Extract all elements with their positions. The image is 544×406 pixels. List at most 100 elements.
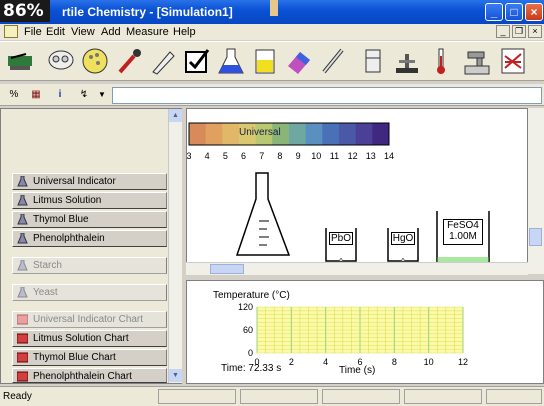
- hgo-label: HgO: [391, 232, 415, 245]
- faucet-icon[interactable]: [462, 46, 492, 76]
- dropdown-button[interactable]: ▼: [94, 87, 110, 103]
- zoom-badge: 86%: [0, 0, 50, 22]
- bottle-icon: [17, 214, 28, 225]
- bottle-icon: [17, 260, 28, 271]
- scale-swatch: [339, 123, 357, 145]
- menu-add[interactable]: Add: [101, 26, 121, 38]
- mdi-restore-button[interactable]: ❐: [512, 25, 526, 38]
- thermometer-icon[interactable]: [426, 46, 456, 76]
- thermometer-probe-icon[interactable]: [318, 46, 348, 76]
- spectroscope-icon[interactable]: [6, 46, 36, 76]
- x-tick-label: 2: [289, 357, 294, 367]
- pointer-button[interactable]: ↯: [76, 87, 92, 103]
- chart-item[interactable]: Litmus Solution Chart: [12, 330, 167, 347]
- conical-flask-icon[interactable]: [235, 171, 291, 261]
- info-button[interactable]: i: [52, 87, 68, 103]
- pizza-wheel-icon[interactable]: [80, 46, 110, 76]
- y-tick-label: 0: [248, 348, 253, 358]
- minimize-button[interactable]: _: [485, 3, 503, 21]
- indicator-item[interactable]: Starch: [12, 257, 167, 274]
- command-input[interactable]: [112, 87, 542, 104]
- vscroll-thumb[interactable]: [529, 228, 542, 246]
- clipboard-check-icon[interactable]: [182, 46, 212, 76]
- indicator-item[interactable]: Litmus Solution: [12, 192, 167, 209]
- flask-blue-icon[interactable]: [216, 46, 246, 76]
- menu-view[interactable]: View: [71, 26, 95, 38]
- indicator-item[interactable]: Thymol Blue: [12, 211, 167, 228]
- scale-tick-label: 10: [311, 151, 322, 161]
- x-tick-label: 4: [323, 357, 328, 367]
- chart-item[interactable]: Thymol Blue Chart: [12, 349, 167, 366]
- menu-measure[interactable]: Measure: [126, 26, 169, 38]
- menu-edit[interactable]: Edit: [46, 26, 65, 38]
- indicator-item[interactable]: Yeast: [12, 284, 167, 301]
- temperature-chart-panel: Temperature (°C) 120 60 0 0 2 4 6 8 10 12 Time: 7…: [186, 280, 544, 384]
- feso4-formula: FeSO4: [447, 220, 479, 231]
- menu-file[interactable]: File: [24, 26, 42, 38]
- pbo-label: PbO: [329, 232, 353, 245]
- thumbtack-tab: [270, 0, 278, 16]
- status-cell: [486, 389, 542, 404]
- scale-tick-label: 13: [365, 151, 376, 161]
- bottle-icon: [17, 233, 28, 244]
- scale-swatch: [205, 123, 223, 145]
- secondary-toolbar: % ▦ i ↯ ▼: [0, 84, 544, 106]
- beaker-yellow-icon[interactable]: [250, 46, 280, 76]
- mdi-close-button[interactable]: ×: [528, 25, 542, 38]
- window-title: rtile Chemistry - [Simulation1]: [62, 5, 233, 19]
- scale-tick-label: 8: [277, 151, 283, 161]
- indicator-panel: Universal Indicator Litmus Solution Thym…: [0, 108, 182, 384]
- status-cell: [240, 389, 318, 404]
- indicator-item[interactable]: Phenolphthalein: [12, 230, 167, 247]
- title-bar[interactable]: 86% rtile Chemistry - [Simulation1] _ □ …: [0, 0, 544, 24]
- feso4-concentration: 1.00M: [449, 231, 477, 242]
- scale-swatch: [355, 123, 373, 145]
- bottle-icon: [17, 195, 28, 206]
- chart-icon: [17, 371, 28, 382]
- scroll-down-arrow[interactable]: ▼: [169, 369, 182, 382]
- app-doc-icon[interactable]: [4, 25, 18, 38]
- scale-tick-label: 6: [241, 151, 247, 161]
- eraser-icon[interactable]: [284, 46, 314, 76]
- mdi-minimize-button[interactable]: _: [496, 25, 510, 38]
- status-text: Ready: [3, 391, 32, 402]
- maximize-button[interactable]: □: [505, 3, 523, 21]
- chart-icon: [17, 314, 28, 325]
- scroll-up-arrow[interactable]: ▲: [169, 109, 182, 122]
- chart-item[interactable]: Universal Indicator Chart: [12, 311, 167, 328]
- workbench[interactable]: Universal 3 4 5 6 7 8 9 10 11 12 13 14 PbO HgO FeSO…: [186, 108, 528, 274]
- close-button[interactable]: ×: [525, 3, 543, 21]
- indicator-item[interactable]: Universal Indicator: [12, 173, 167, 190]
- scale-swatch: [222, 123, 240, 145]
- dropper-icon[interactable]: [114, 46, 144, 76]
- chart-button[interactable]: ▦: [28, 87, 44, 103]
- scale-tick-label: 9: [295, 151, 301, 161]
- scale-swatch: [322, 123, 340, 145]
- scale-swatch: [189, 123, 207, 145]
- clipboard-chart-icon[interactable]: [498, 46, 528, 76]
- hscroll-thumb[interactable]: [210, 264, 244, 274]
- scale-tick-label: 11: [329, 151, 340, 161]
- cylinder-icon[interactable]: [358, 46, 388, 76]
- scale-tick-label: 14: [383, 151, 394, 161]
- bottle-icon: [17, 176, 28, 187]
- beaker-stack-icon[interactable]: [46, 46, 76, 76]
- scale-swatch: [305, 123, 323, 145]
- universal-indicator-scale: Universal 3 4 5 6 7 8 9 10 11 12 13 14: [186, 121, 399, 161]
- bench-hscrollbar[interactable]: [186, 262, 528, 275]
- balance-icon[interactable]: [392, 46, 422, 76]
- panel-scrollbar[interactable]: ▲ ▼: [168, 109, 182, 383]
- status-cell: [158, 389, 236, 404]
- percent-button[interactable]: %: [6, 87, 22, 103]
- chart-icon: [17, 333, 28, 344]
- status-cell: [404, 389, 482, 404]
- feso4-label: FeSO4 1.00M: [443, 219, 483, 245]
- bench-vscrollbar[interactable]: [528, 108, 544, 274]
- menu-bar: File Edit View Add Measure Help _ ❐ ×: [0, 24, 544, 40]
- status-bar: Ready: [0, 386, 544, 406]
- chart-item[interactable]: Phenolphthalein Chart: [12, 368, 167, 383]
- bottle-icon: [17, 287, 28, 298]
- pen-icon[interactable]: [148, 46, 178, 76]
- menu-help[interactable]: Help: [173, 26, 196, 38]
- x-tick-label: 12: [458, 357, 468, 367]
